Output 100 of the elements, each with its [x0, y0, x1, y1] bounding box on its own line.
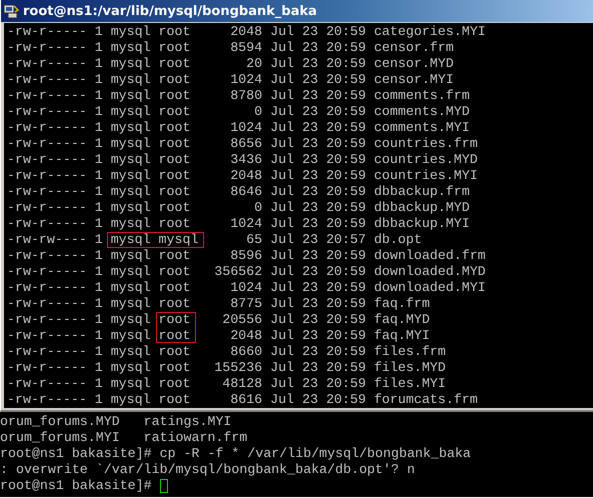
owner-text: mysql	[110, 24, 151, 40]
permissions-text: -rw-r-----	[7, 136, 87, 152]
file-name-text: censor.MYD	[374, 56, 455, 72]
permissions-text: -rw-r-----	[7, 200, 87, 216]
link-count-text: 1	[94, 216, 103, 232]
link-count-text: 1	[94, 376, 103, 392]
file-size-text: 2048	[229, 328, 262, 344]
date-text: Jul 23 20:59	[270, 40, 366, 56]
permissions-text: -rw-r-----	[7, 88, 87, 104]
file-size-text: 8656	[229, 136, 262, 152]
file-name-text: comments.MYD	[374, 104, 471, 120]
file-name-text: faq.frm	[374, 296, 431, 312]
terminal-line: orum_forums.MYI ratiowarn.frm	[0, 430, 248, 446]
link-count-text: 1	[94, 56, 103, 72]
permissions-text: -rw-r-----	[7, 360, 87, 376]
link-count-text: 1	[94, 232, 103, 248]
owner-text: mysql	[110, 200, 151, 216]
group-text: root	[158, 120, 192, 136]
permissions-text: -rw-r-----	[7, 216, 87, 232]
file-size-text: 20	[245, 56, 262, 72]
file-name-text: faq.MYD	[374, 312, 431, 328]
owner-text: mysql	[110, 264, 151, 280]
group-text: root	[158, 104, 192, 120]
date-text: Jul 23 20:57	[270, 232, 366, 248]
date-text: Jul 23 20:59	[270, 200, 366, 216]
file-name-text: countries.frm	[374, 136, 479, 152]
file-size-text: 2048	[229, 24, 262, 40]
link-count-text: 1	[94, 72, 103, 88]
link-count-text: 1	[94, 200, 103, 216]
owner-text: mysql	[110, 72, 151, 88]
permissions-text: -rw-r-----	[7, 280, 87, 296]
file-size-text: 3436	[229, 152, 262, 168]
owner-text: mysql	[110, 88, 151, 104]
terminal-line: orum_forums.MYD ratings.MYI	[0, 414, 232, 430]
permissions-text: -rw-r-----	[7, 56, 87, 72]
permissions-text: -rw-r-----	[7, 104, 87, 120]
permissions-text: -rw-r-----	[7, 312, 87, 328]
file-size-text: 0	[253, 104, 262, 120]
link-count-text: 1	[94, 120, 103, 136]
file-size-text: 8646	[229, 184, 262, 200]
owner-text: mysql	[110, 184, 151, 200]
group-text: root	[158, 24, 192, 40]
link-count-text: 1	[94, 40, 103, 56]
permissions-text: -rw-r-----	[7, 120, 87, 136]
owner-text: mysql	[110, 216, 151, 232]
link-count-text: 1	[94, 296, 103, 312]
link-count-text: 1	[94, 184, 103, 200]
owner-text: mysql	[110, 360, 151, 376]
owner-text: mysql	[110, 168, 151, 184]
permissions-text: -rw-r-----	[7, 24, 87, 40]
link-count-text: 1	[94, 152, 103, 168]
group-text: root	[158, 312, 192, 328]
link-count-text: 1	[94, 344, 103, 360]
permissions-text: -rw-r-----	[7, 264, 87, 280]
permissions-text: -rw-r-----	[7, 40, 87, 56]
permissions-text: -rw-r-----	[7, 328, 87, 344]
date-text: Jul 23 20:59	[270, 264, 366, 280]
group-text: root	[158, 296, 192, 312]
file-size-text: 155236	[213, 360, 262, 376]
date-text: Jul 23 20:59	[270, 104, 366, 120]
permissions-text: -rw-r-----	[7, 184, 87, 200]
file-name-text: downloaded.MYI	[374, 280, 487, 296]
group-text: root	[158, 72, 192, 88]
date-text: Jul 23 20:59	[270, 152, 366, 168]
date-text: Jul 23 20:59	[270, 184, 366, 200]
group-text: root	[158, 168, 192, 184]
link-count-text: 1	[94, 328, 103, 344]
permissions-text: -rw-r-----	[7, 392, 87, 408]
group-text: root	[158, 200, 192, 216]
permissions-text: -rw-r-----	[7, 376, 87, 392]
date-text: Jul 23 20:59	[270, 312, 366, 328]
file-name-text: downloaded.frm	[374, 248, 487, 264]
group-text: root	[158, 152, 192, 168]
file-size-text: 0	[253, 200, 262, 216]
terminal-line: : overwrite `/var/lib/mysql/bongbank_baka/db.opt'? n	[0, 462, 416, 478]
date-text: Jul 23 20:59	[270, 344, 366, 360]
date-text: Jul 23 20:59	[270, 248, 366, 264]
link-count-text: 1	[94, 24, 103, 40]
file-name-text: dbbackup.frm	[374, 184, 471, 200]
file-name-text: dbbackup.MYI	[374, 216, 471, 232]
file-size-text: 8596	[229, 248, 262, 264]
date-text: Jul 23 20:59	[270, 216, 366, 232]
date-text: Jul 23 20:59	[270, 360, 366, 376]
link-count-text: 1	[94, 88, 103, 104]
owner-text: mysql	[110, 392, 151, 408]
file-name-text: db.opt	[374, 232, 423, 248]
group-text: root	[158, 136, 192, 152]
owner-text: mysql	[110, 152, 151, 168]
date-text: Jul 23 20:59	[270, 168, 366, 184]
owner-text: mysql	[110, 280, 151, 296]
file-name-text: files.MYD	[374, 360, 447, 376]
window-title: root@ns1:/var/lib/mysql/bongbank_baka	[23, 4, 317, 18]
owner-text: mysql	[110, 232, 151, 248]
link-count-text: 1	[94, 248, 103, 264]
group-text: root	[158, 280, 192, 296]
file-name-text: faq.MYI	[374, 328, 431, 344]
permissions-text: -rw-r-----	[7, 296, 87, 312]
owner-text: mysql	[110, 136, 151, 152]
date-text: Jul 23 20:59	[270, 136, 366, 152]
link-count-text: 1	[94, 168, 103, 184]
